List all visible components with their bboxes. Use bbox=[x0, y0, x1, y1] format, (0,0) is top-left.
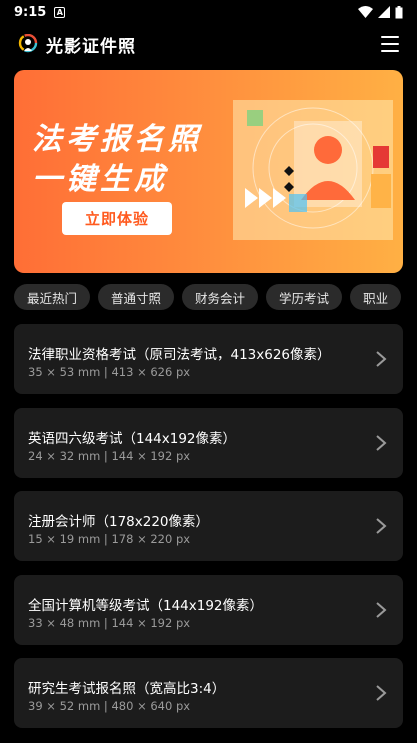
chip-professional[interactable]: 职业 bbox=[350, 284, 402, 310]
try-now-button[interactable]: 立即体验 bbox=[62, 202, 172, 235]
app-title: 光影证件照 bbox=[46, 36, 136, 57]
list-item[interactable]: 法律职业资格考试（原司法考试，413x626像素） 35 × 53 mm | 4… bbox=[14, 324, 403, 394]
chevron-right-icon bbox=[376, 518, 387, 534]
chip-finance-accounting[interactable]: 财务会计 bbox=[182, 284, 259, 310]
banner-title-line1: 法考报名照 bbox=[32, 122, 202, 157]
item-title: 法律职业资格考试（原司法考试，413x626像素） bbox=[28, 347, 331, 363]
item-size: 15 × 19 mm | 178 × 220 px bbox=[28, 532, 191, 546]
app-bar: 光影证件照 bbox=[0, 28, 417, 60]
chevron-right-icon bbox=[376, 351, 387, 367]
banner-illustration bbox=[233, 100, 393, 240]
item-size: 35 × 53 mm | 413 × 626 px bbox=[28, 365, 191, 379]
list-item[interactable]: 注册会计师（178x220像素） 15 × 19 mm | 178 × 220 … bbox=[14, 491, 403, 561]
chevron-right-icon bbox=[376, 435, 387, 451]
item-size: 39 × 52 mm | 480 × 640 px bbox=[28, 699, 191, 713]
item-size: 24 × 32 mm | 144 × 192 px bbox=[28, 449, 191, 463]
chevron-right-icon bbox=[376, 685, 387, 701]
list-item[interactable]: 全国计算机等级考试（144x192像素） 33 × 48 mm | 144 × … bbox=[14, 575, 403, 645]
chevron-right-icon bbox=[376, 602, 387, 618]
status-time: 9:15 bbox=[14, 4, 47, 20]
signal-icon bbox=[378, 6, 390, 18]
notification-icon: A bbox=[54, 6, 66, 18]
category-chips: 最近热门 普通寸照 财务会计 学历考试 职业 bbox=[14, 284, 417, 310]
list-item[interactable]: 研究生考试报名照（宽高比3:4） 39 × 52 mm | 480 × 640 … bbox=[14, 658, 403, 728]
chip-recent-hot[interactable]: 最近热门 bbox=[14, 284, 91, 310]
list-item[interactable]: 英语四六级考试（144x192像素） 24 × 32 mm | 144 × 19… bbox=[14, 408, 403, 478]
status-icons bbox=[358, 5, 403, 19]
item-title: 注册会计师（178x220像素） bbox=[28, 514, 210, 530]
chip-academic-exam[interactable]: 学历考试 bbox=[266, 284, 343, 310]
menu-icon[interactable] bbox=[381, 36, 399, 52]
promo-banner[interactable]: 法考报名照 一键生成 立即体验 bbox=[14, 70, 403, 273]
app-logo-icon bbox=[18, 34, 38, 53]
chip-standard-photo[interactable]: 普通寸照 bbox=[98, 284, 175, 310]
banner-title-line2: 一键生成 bbox=[32, 162, 168, 197]
item-title: 全国计算机等级考试（144x192像素） bbox=[28, 598, 264, 614]
item-size: 33 × 48 mm | 144 × 192 px bbox=[28, 616, 191, 630]
battery-icon bbox=[395, 5, 403, 18]
item-title: 英语四六级考试（144x192像素） bbox=[28, 431, 237, 447]
status-bar: 9:15 A bbox=[0, 0, 417, 24]
wifi-icon bbox=[358, 6, 373, 18]
item-title: 研究生考试报名照（宽高比3:4） bbox=[28, 681, 226, 697]
